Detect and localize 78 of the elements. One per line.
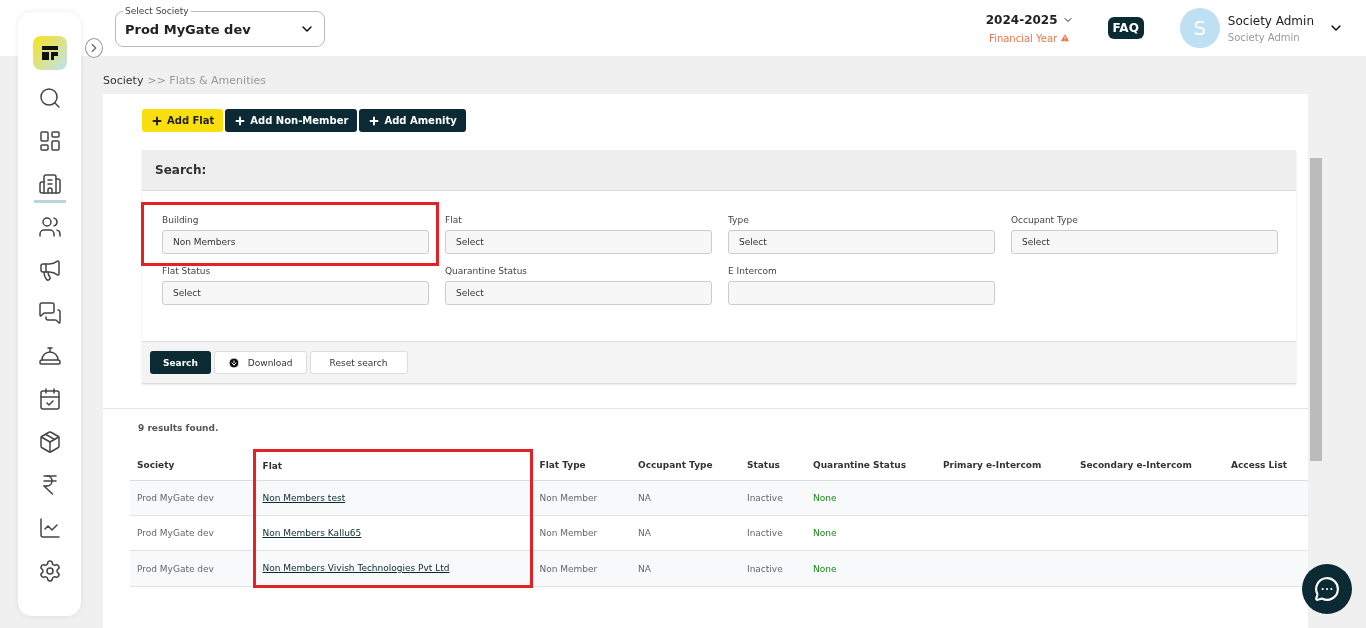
- add-button[interactable]: Add Amenity: [359, 109, 466, 132]
- filter-label: Building: [162, 215, 200, 225]
- column-header: Society: [130, 450, 254, 481]
- calendar-icon: [37, 387, 62, 411]
- table-cell: Non Member: [531, 515, 631, 551]
- search-icon: [37, 86, 62, 110]
- filter-field[interactable]: Select: [162, 281, 429, 305]
- table-cell: Prod MyGate dev: [130, 550, 254, 587]
- user-role: Society Admin: [1227, 31, 1301, 43]
- table-cell: Inactive: [740, 550, 806, 587]
- filter-label: Quarantine Status: [445, 266, 529, 276]
- filter-label: Flat: [445, 215, 463, 225]
- search-action-button[interactable]: Reset search: [309, 351, 408, 374]
- filter-label: E Intercom: [728, 266, 778, 276]
- results-count: 9 results found.: [137, 422, 220, 435]
- grid-icon: [37, 129, 62, 153]
- scrollbar-thumb[interactable]: [1310, 158, 1322, 461]
- table-cell: Inactive: [740, 515, 806, 551]
- filter-field[interactable]: Select: [728, 230, 995, 254]
- flat-link[interactable]: Non Members Vivish Technologies Pvt Ltd: [262, 563, 450, 573]
- table-cell: Prod MyGate dev: [130, 480, 254, 516]
- search-action-button[interactable]: Download: [213, 351, 307, 374]
- filter-label: Flat Status: [162, 266, 212, 276]
- plus-icon: [151, 114, 163, 127]
- avatar: S: [1179, 8, 1220, 48]
- warning-icon: [1060, 33, 1071, 43]
- breadcrumb-current: >> Flats & Amenities: [147, 74, 266, 87]
- megaphone-icon: [37, 258, 62, 282]
- add-button[interactable]: Add Non-Member: [225, 109, 358, 132]
- table-cell: None: [806, 550, 936, 587]
- select-value: Prod MyGate dev: [125, 21, 251, 37]
- flat-link[interactable]: Non Members test: [262, 493, 346, 503]
- search-action-button[interactable]: Search: [150, 351, 211, 374]
- filter-field[interactable]: Select: [1011, 230, 1278, 254]
- chat-button[interactable]: [1302, 564, 1352, 614]
- table-cell: NA: [631, 550, 740, 587]
- chat-bubbles-icon: [37, 301, 62, 325]
- financial-year-caption: Financial Year: [989, 32, 1071, 44]
- box-icon: [37, 430, 62, 454]
- chat-icon: [1314, 576, 1340, 602]
- plus-icon: [234, 114, 247, 127]
- flat-link[interactable]: Non Members Kallu65: [262, 528, 362, 538]
- search-header: Search:: [142, 150, 1296, 191]
- filter-field[interactable]: Non Members: [162, 230, 429, 254]
- column-header: Access List: [1224, 450, 1308, 481]
- logo-icon: [32, 36, 67, 70]
- table-cell: Non Member: [531, 550, 631, 587]
- filter-field[interactable]: [728, 281, 995, 305]
- filter-label: Occupant Type: [1011, 215, 1079, 225]
- filter-field[interactable]: Select: [445, 281, 712, 305]
- table-cell: NA: [631, 515, 740, 551]
- table-cell: NA: [631, 480, 740, 516]
- table-cell: Non Member: [531, 480, 631, 516]
- field-label: Select Society: [123, 5, 191, 17]
- column-header: Primary e-Intercom: [936, 450, 1073, 481]
- column-header: Status: [740, 450, 806, 481]
- add-button[interactable]: Add Flat: [142, 109, 224, 132]
- filter-field[interactable]: Select: [445, 230, 712, 254]
- column-header: Occupant Type: [631, 450, 740, 481]
- settings-icon: [37, 559, 62, 583]
- chart-document-icon: [37, 516, 62, 540]
- column-header: Secondary e-Intercom: [1073, 450, 1224, 481]
- faq-button[interactable]: FAQ: [1107, 17, 1144, 39]
- column-header: Flat Type: [531, 450, 631, 481]
- user-name: Society Admin: [1227, 13, 1314, 28]
- people-icon: [37, 215, 62, 239]
- plus-icon: [368, 114, 381, 127]
- building-icon: [37, 172, 62, 196]
- society-select[interactable]: Select Society Prod MyGate dev: [115, 5, 325, 47]
- table-cell: None: [806, 515, 936, 551]
- filter-label: Type: [728, 215, 750, 225]
- breadcrumb-link[interactable]: Society: [103, 74, 144, 87]
- table-cell: None: [806, 480, 936, 516]
- column-header: Quarantine Status: [806, 450, 936, 481]
- table-cell: Prod MyGate dev: [130, 515, 254, 551]
- table-cell: Inactive: [740, 480, 806, 516]
- expand-toggle[interactable]: [85, 38, 103, 58]
- year-select[interactable]: 2024-2025: [985, 12, 1074, 27]
